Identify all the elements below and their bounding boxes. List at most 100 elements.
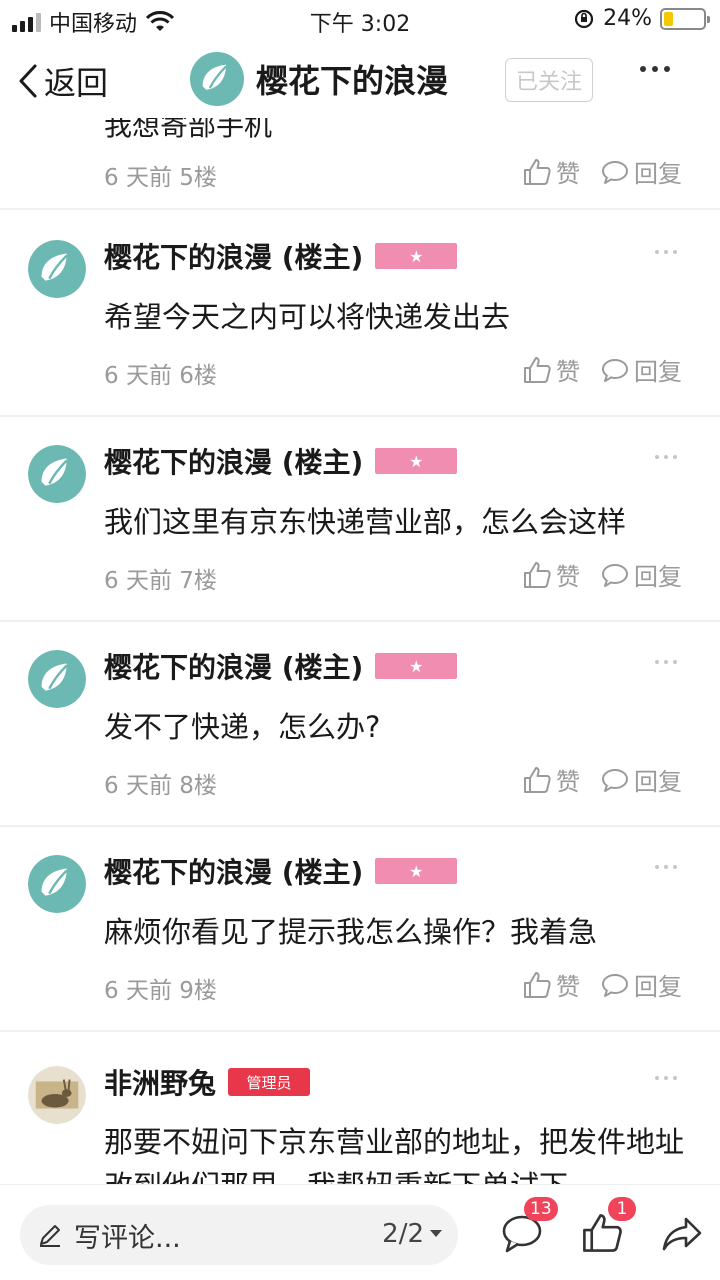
orientation-lock-icon [574, 9, 594, 28]
comment-more-icon[interactable] [655, 1076, 677, 1080]
comment-text: 麻烦你看见了提示我怎么操作？我着急 [104, 915, 598, 949]
page-title: 樱花下的浪漫 [256, 62, 449, 100]
comment-meta: 6 天前 9楼 [104, 978, 217, 1004]
author-name[interactable]: 樱花下的浪漫 (楼主) [104, 646, 363, 686]
reply-label: 回复 [634, 160, 682, 188]
author-name[interactable]: 樱花下的浪漫 (楼主) [104, 236, 363, 276]
likes-count-badge: 1 [608, 1197, 636, 1221]
thumbs-up-icon [524, 561, 551, 588]
avatar[interactable] [28, 445, 86, 503]
comment-row: 樱花下的浪漫 (楼主) ★ 发不了快递，怎么办? 6 天前 8楼 赞 回复 [0, 622, 720, 827]
comment-row-partial: 我想寄部手机 6 天前 5楼 赞 回复 [0, 118, 720, 210]
comment-text: 希望今天之内可以将快递发出去 [104, 300, 511, 334]
comment-meta: 6 天前 8楼 [104, 773, 217, 799]
star-badge: ★ [375, 448, 458, 474]
comments-count-badge: 13 [524, 1197, 558, 1221]
comment-row: 樱花下的浪漫 (楼主) ★ 我们这里有京东快递营业部，怎么会这样 6 天前 7楼… [0, 417, 720, 622]
battery-percent: 24% [603, 6, 652, 31]
comment-row: 樱花下的浪漫 (楼主) ★ 希望今天之内可以将快递发出去 6 天前 6楼 赞 回… [0, 212, 720, 417]
more-icon[interactable] [640, 66, 670, 72]
comment-meta: 6 天前 7楼 [104, 568, 217, 594]
share-button[interactable] [660, 1211, 704, 1259]
reply-label: 回复 [634, 768, 682, 796]
author-row: 樱花下的浪漫 (楼主) ★ [104, 646, 458, 686]
admin-badge: 管理员 [228, 1068, 311, 1096]
comment-row: 樱花下的浪漫 (楼主) ★ 麻烦你看见了提示我怎么操作？我着急 6 天前 9楼 … [0, 827, 720, 1032]
back-button[interactable]: 返回 [18, 58, 108, 104]
star-badge: ★ [375, 858, 458, 884]
comment-actions: 赞 回复 [522, 762, 682, 797]
reply-button[interactable]: 回复 [600, 967, 682, 1002]
author-row: 樱花下的浪漫 (楼主) ★ [104, 441, 458, 481]
comment-more-icon[interactable] [655, 660, 677, 664]
star-badge: ★ [375, 243, 458, 269]
comment-text: 发不了快递，怎么办? [104, 710, 381, 744]
author-name[interactable]: 樱花下的浪漫 (楼主) [104, 851, 363, 891]
bottom-bar: 写评论... 2/2 13 1 [0, 1184, 720, 1280]
nav-bar: 返回 樱花下的浪漫 已关注 [0, 44, 720, 118]
comments-button[interactable]: 13 [500, 1197, 558, 1259]
reply-label: 回复 [634, 563, 682, 591]
comment-more-icon[interactable] [655, 455, 677, 459]
battery-icon [660, 7, 710, 30]
like-label: 赞 [556, 160, 580, 188]
comment-bubble-icon [602, 358, 628, 382]
share-icon [662, 1217, 702, 1251]
back-label: 返回 [44, 64, 109, 102]
caret-down-icon [430, 1230, 442, 1237]
author-row: 樱花下的浪漫 (楼主) ★ [104, 236, 458, 276]
reply-button[interactable]: 回复 [600, 352, 682, 387]
status-bar: 中国移动 下午 3:02 24% [0, 0, 720, 40]
like-button[interactable]: 赞 [522, 762, 580, 797]
author-name[interactable]: 非洲野兔 [104, 1062, 216, 1102]
like-label: 赞 [556, 563, 580, 591]
like-button[interactable]: 赞 [522, 557, 580, 592]
comment-bubble-icon [602, 973, 628, 997]
reply-button[interactable]: 回复 [600, 762, 682, 797]
like-label: 赞 [556, 358, 580, 386]
author-name[interactable]: 樱花下的浪漫 (楼主) [104, 441, 363, 481]
avatar[interactable] [28, 650, 86, 708]
chevron-left-icon [19, 64, 37, 98]
follow-button[interactable]: 已关注 [505, 58, 593, 102]
forum-avatar-icon [190, 52, 244, 106]
page-indicator: 2/2 [382, 1219, 424, 1249]
avatar[interactable] [28, 240, 86, 298]
reply-label: 回复 [634, 358, 682, 386]
comment-text: 我想寄部手机 [104, 118, 273, 142]
comment-input[interactable]: 写评论... 2/2 [20, 1205, 458, 1265]
comment-meta: 6 天前 6楼 [104, 363, 217, 389]
reply-button[interactable]: 回复 [600, 557, 682, 592]
status-right: 24% [573, 6, 710, 31]
like-post-button[interactable]: 1 [580, 1197, 636, 1259]
avatar[interactable] [28, 855, 86, 913]
comment-bubble-icon [602, 768, 628, 792]
comment-actions: 赞 回复 [522, 352, 682, 387]
thumbs-up-icon [524, 971, 551, 998]
pen-icon [40, 1225, 60, 1247]
comment-more-icon[interactable] [655, 250, 677, 254]
comment-meta: 6 天前 5楼 [104, 165, 217, 191]
like-button[interactable]: 赞 [522, 967, 580, 1002]
comment-actions: 赞 回复 [522, 557, 682, 592]
comment-feed[interactable]: 我想寄部手机 6 天前 5楼 赞 回复 樱花下的浪漫 (楼主) ★ 希望今天之内… [0, 118, 720, 1184]
nav-center[interactable]: 樱花下的浪漫 [190, 52, 448, 106]
like-button[interactable]: 赞 [522, 154, 580, 189]
like-button[interactable]: 赞 [522, 352, 580, 387]
like-label: 赞 [556, 768, 580, 796]
comment-text: 那要不妞问下京东营业部的地址，把发件地址改到他们那里，我帮妞重新下单试下 [104, 1125, 685, 1184]
thumbs-up-icon [524, 158, 551, 185]
author-row: 樱花下的浪漫 (楼主) ★ [104, 851, 458, 891]
author-row: 非洲野兔 管理员 [104, 1062, 311, 1102]
comment-text: 我们这里有京东快递营业部，怎么会这样 [104, 505, 627, 539]
like-label: 赞 [556, 973, 580, 1001]
comment-more-icon[interactable] [655, 865, 677, 869]
reply-button[interactable]: 回复 [600, 154, 682, 189]
comment-input-placeholder: 写评论... [74, 1222, 181, 1254]
avatar[interactable] [28, 1066, 86, 1124]
page-selector[interactable]: 2/2 [382, 1219, 442, 1249]
comment-actions: 赞 回复 [522, 967, 682, 1002]
star-badge: ★ [375, 653, 458, 679]
comment-bubble-icon [602, 563, 628, 587]
thumbs-up-icon [524, 766, 551, 793]
